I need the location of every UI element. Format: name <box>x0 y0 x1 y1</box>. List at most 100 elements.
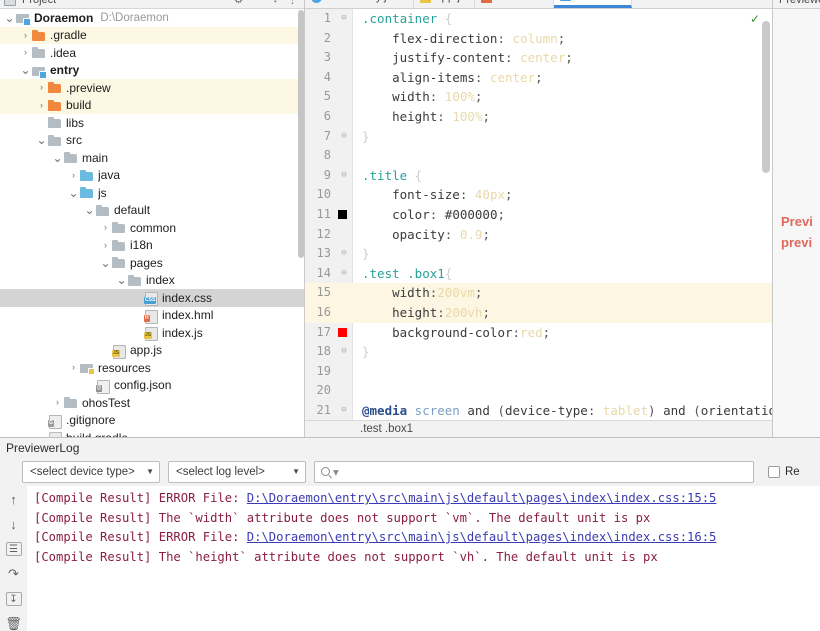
gutter-marker[interactable] <box>335 29 353 49</box>
gutter-marker[interactable]: ⊖ <box>335 9 353 29</box>
chevron-down-icon[interactable]: ⌄ <box>36 134 47 146</box>
settings-icon[interactable]: ⚙ <box>234 0 244 6</box>
gutter-marker[interactable] <box>335 185 353 205</box>
search-options-chevron-icon[interactable]: ▾ <box>333 465 339 479</box>
code-line[interactable]: 16 height:200vh; <box>305 302 772 323</box>
soft-wrap-icon[interactable]: ↷ <box>6 566 22 582</box>
gutter-marker[interactable]: ⊖ <box>335 244 353 264</box>
tree-item-ohostest[interactable]: › ohosTest <box>0 394 304 412</box>
code-line[interactable]: 11 color: #000000; <box>305 205 772 225</box>
log-level-select[interactable]: <select log level> ▼ <box>168 460 306 483</box>
gutter-marker[interactable] <box>335 225 353 245</box>
gutter-marker[interactable]: ⊖ <box>335 264 353 284</box>
tree-item-index-folder[interactable]: ⌄ index <box>0 272 304 290</box>
log-search-input[interactable]: ▾ <box>314 460 754 483</box>
tree-item-gitignore[interactable]: G .gitignore <box>0 412 304 430</box>
code-fold-icon[interactable]: ⊖ <box>339 405 349 415</box>
tree-item-index-hml[interactable]: Hindex.hml <box>0 307 304 325</box>
tree-item-libs[interactable]: libs <box>0 114 304 132</box>
tree-item-gradle[interactable]: › .gradle <box>0 26 304 44</box>
chevron-down-icon[interactable]: ⌄ <box>116 274 127 286</box>
scroll-down-icon[interactable]: ↓ <box>6 517 22 532</box>
project-tree[interactable]: ⌄ Doraemon D:\Doraemon › .gradle › .idea ⌄ entry… <box>0 9 304 437</box>
editor-tab-bar[interactable]: MainAbility.java app.js index.hml index.css <box>305 0 772 9</box>
code-fold-icon[interactable]: ⊖ <box>339 170 349 180</box>
code-fold-icon[interactable]: ⊖ <box>339 268 349 278</box>
code-line[interactable]: 1 ⊖ .container { <box>305 9 772 29</box>
tool-window-actions[interactable]: ⚙ — ↓ ⋮ <box>234 0 298 6</box>
tree-item-java[interactable]: › java <box>0 167 304 185</box>
gutter-marker[interactable] <box>335 323 353 343</box>
tree-item-js[interactable]: ⌄ js <box>0 184 304 202</box>
device-type-select[interactable]: <select device type> ▼ <box>22 460 160 483</box>
code-area[interactable]: 1 ⊖ .container {2 flex-direction: column; 3… <box>305 9 772 420</box>
code-line[interactable]: 18 ⊖} <box>305 342 772 362</box>
gutter-marker[interactable] <box>335 48 353 68</box>
tree-item-config-json[interactable]: {} config.json <box>0 377 304 395</box>
chevron-right-icon[interactable]: › <box>100 223 111 232</box>
code-line[interactable]: 19 <box>305 362 772 382</box>
editor-scrollbar[interactable] <box>762 21 770 173</box>
regex-checkbox-wrap[interactable]: Re <box>768 465 800 478</box>
chevron-down-icon[interactable]: ⌄ <box>100 257 111 269</box>
chevron-down-icon[interactable]: ⌄ <box>4 12 15 24</box>
tree-item-build[interactable]: › build <box>0 96 304 114</box>
color-swatch-icon[interactable] <box>338 327 347 337</box>
inspection-ok-icon[interactable]: ✓ <box>750 12 760 26</box>
tree-item-default[interactable]: ⌄ default <box>0 202 304 220</box>
tree-item-pages[interactable]: ⌄ pages <box>0 254 304 272</box>
gutter-marker[interactable] <box>335 107 353 127</box>
chevron-right-icon[interactable]: › <box>68 170 79 180</box>
tab-mainability-java[interactable]: MainAbility.java <box>305 0 415 8</box>
code-line[interactable]: 21 ⊖ @media screen and (device-type: table… <box>305 401 772 420</box>
chevron-right-icon[interactable]: › <box>68 363 79 372</box>
code-line[interactable]: 7 ⊖} <box>305 127 772 147</box>
chevron-right-icon[interactable]: › <box>36 83 47 92</box>
gutter-marker[interactable] <box>335 68 353 88</box>
regex-checkbox[interactable] <box>768 465 780 478</box>
code-fold-icon[interactable]: ⊖ <box>339 248 349 258</box>
hide-icon[interactable]: ↓ <box>273 0 279 6</box>
tree-item-preview[interactable]: › .preview <box>0 79 304 97</box>
code-line[interactable]: 4 align-items: center; <box>305 68 772 88</box>
project-tree-scrollbar[interactable] <box>298 10 304 258</box>
tab-index-css[interactable]: index.css <box>553 0 632 8</box>
trash-icon[interactable]: 🗑 <box>5 616 22 631</box>
scroll-to-end-icon[interactable]: ↧ <box>5 592 22 606</box>
breadcrumb[interactable]: .test .box1 <box>305 420 772 437</box>
log-entry-file-link[interactable]: D:\Doraemon\entry\src\main\js\default\pa… <box>247 530 717 544</box>
chevron-right-icon[interactable]: › <box>36 100 47 110</box>
chevron-right-icon[interactable]: › <box>52 398 63 407</box>
tree-item-index-css[interactable]: CSS index.css <box>0 289 304 307</box>
code-line[interactable]: 12 opacity: 0.9; <box>305 225 772 245</box>
chevron-down-icon[interactable]: ⌄ <box>20 64 31 76</box>
tree-item-app-js[interactable]: JS app.js <box>0 342 304 360</box>
gutter-marker[interactable]: ⊖ <box>335 401 353 420</box>
tree-item-i18n[interactable]: › i18n <box>0 237 304 255</box>
gutter-marker[interactable]: ⊖ <box>335 166 353 186</box>
code-line[interactable]: 13 ⊖} <box>305 244 772 264</box>
code-line[interactable]: 3 justify-content: center; <box>305 48 772 68</box>
previewer-log-sidebar[interactable]: ↑ ↓ ☰ ↷ ↧ 🗑 <box>0 486 27 631</box>
chevron-down-icon[interactable]: ⌄ <box>68 187 79 199</box>
gutter-marker[interactable] <box>335 146 353 166</box>
code-line[interactable]: 5 width: 100%; <box>305 87 772 107</box>
gutter-marker[interactable] <box>335 303 353 323</box>
code-line[interactable]: 9 ⊖ .title { <box>305 166 772 186</box>
previewer-body[interactable]: Previ previ <box>773 9 820 437</box>
code-line[interactable]: 6 height: 100%; <box>305 107 772 127</box>
tree-item-common[interactable]: › common <box>0 219 304 237</box>
gutter-marker[interactable]: ⊖ <box>335 127 353 147</box>
more-icon[interactable]: ⋮ <box>287 0 298 6</box>
log-entry-file-link[interactable]: D:\Doraemon\entry\src\main\js\default\pa… <box>247 491 717 505</box>
collapse-icon[interactable]: — <box>253 0 264 6</box>
tree-item-main[interactable]: ⌄ main <box>0 149 304 167</box>
tree-item-entry[interactable]: ⌄ entry <box>0 62 304 80</box>
chevron-down-icon[interactable]: ⌄ <box>84 204 95 216</box>
code-line[interactable]: 20 <box>305 381 772 401</box>
code-line[interactable]: 17 background-color:red; <box>305 323 772 343</box>
previewer-log-output[interactable]: [Compile Result] ERROR File: D:\Doraemon… <box>27 486 820 631</box>
code-fold-icon[interactable]: ⊖ <box>339 131 349 141</box>
gutter-marker[interactable] <box>335 205 353 225</box>
tab-app-js[interactable]: app.js <box>414 0 475 8</box>
